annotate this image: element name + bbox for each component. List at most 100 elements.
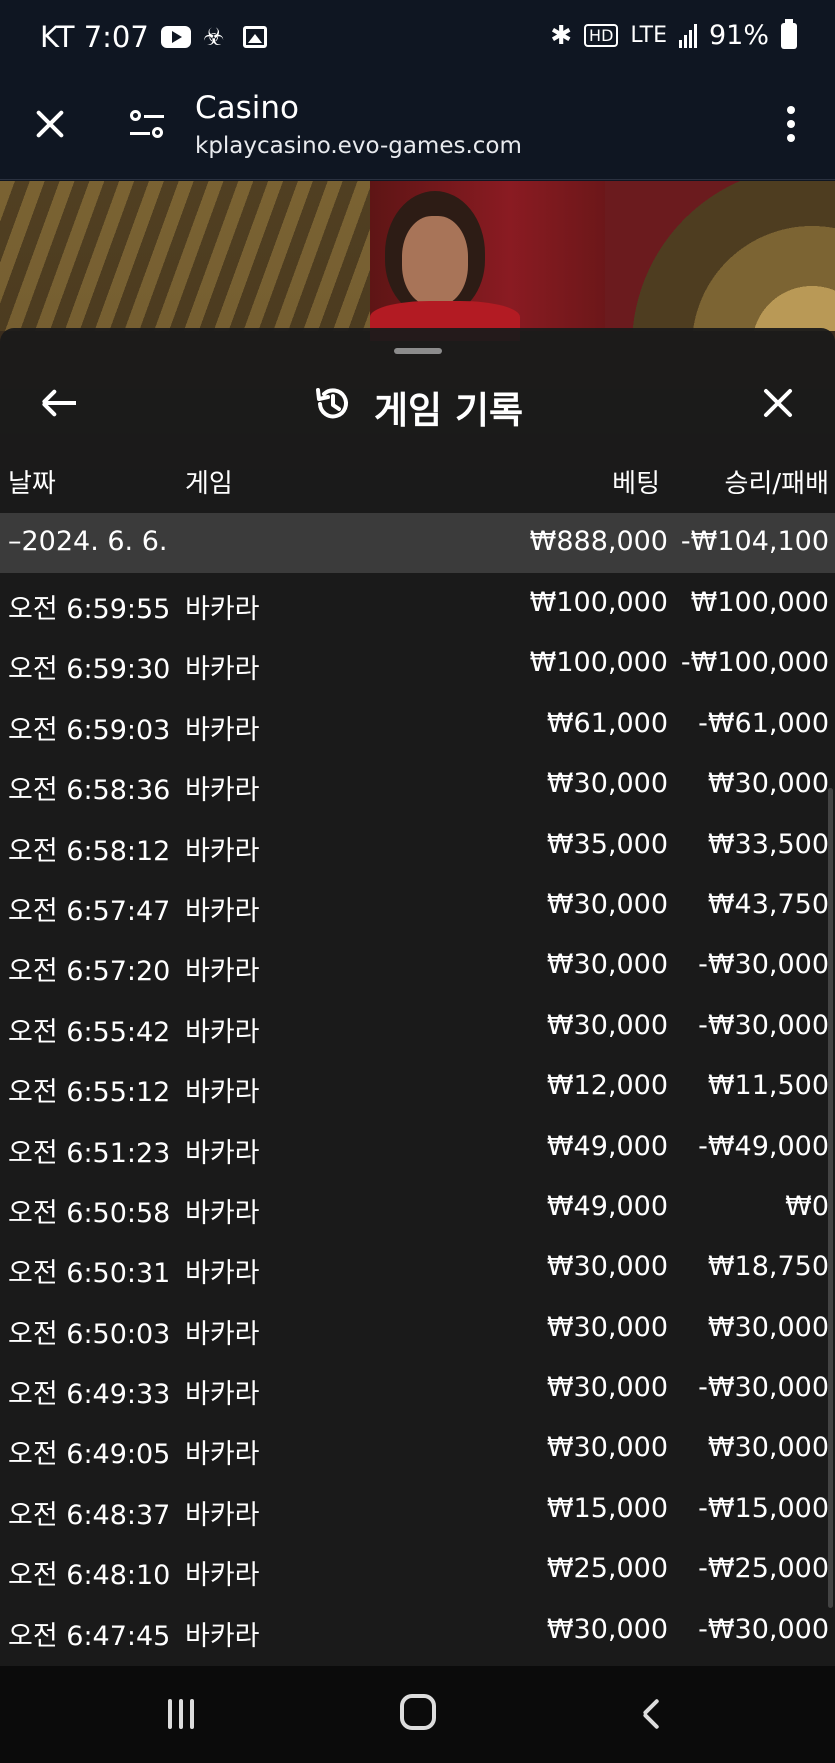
row-time: 오전 6:58:12 xyxy=(8,835,171,867)
row-time: 오전 6:57:20 xyxy=(8,956,171,988)
page-url[interactable]: kplaycasino.evo-games.com xyxy=(195,133,522,159)
close-panel-icon[interactable] xyxy=(759,384,797,422)
home-icon[interactable] xyxy=(400,1694,436,1730)
history-icon xyxy=(316,388,348,419)
row-bet: ₩30,000 xyxy=(546,1251,668,1283)
row-bet: ₩30,000 xyxy=(546,1432,668,1464)
row-game: 바카라 xyxy=(185,956,260,988)
battery-icon xyxy=(781,18,797,49)
row-win-loss: -₩25,000 xyxy=(698,1553,829,1585)
row-win-loss: ₩30,000 xyxy=(707,1432,829,1464)
table-row[interactable]: 오전 6:55:42 바카라 ₩30,000 -₩30,000 xyxy=(0,996,835,1056)
table-row[interactable]: 오전 6:57:47 바카라 ₩30,000 ₩43,750 xyxy=(0,875,835,935)
close-tab-icon[interactable] xyxy=(30,104,70,144)
dealer-face xyxy=(402,216,468,306)
table-row[interactable]: 오전 6:55:12 바카라 ₩12,000 ₩11,500 xyxy=(0,1056,835,1116)
table-row[interactable]: 오전 6:59:55 바카라 ₩100,000 ₩100,000 xyxy=(0,573,835,633)
row-game: 바카라 xyxy=(185,1137,260,1169)
row-time: 오전 6:55:42 xyxy=(8,1016,171,1048)
table-row[interactable]: 오전 6:49:05 바카라 ₩30,000 ₩30,000 xyxy=(0,1418,835,1478)
table-row[interactable]: 오전 6:50:03 바카라 ₩30,000 ₩30,000 xyxy=(0,1298,835,1358)
table-row[interactable]: 오전 6:58:12 바카라 ₩35,000 ₩33,500 xyxy=(0,815,835,875)
row-time: 오전 6:55:12 xyxy=(8,1077,171,1109)
row-game: 바카라 xyxy=(185,1318,260,1350)
summary-date: –2024. 6. 6. xyxy=(8,526,168,557)
page-title: Casino xyxy=(195,90,300,126)
row-game: 바카라 xyxy=(185,1258,260,1290)
row-win-loss: ₩100,000 xyxy=(690,587,829,618)
panel-header: 게임 기록 xyxy=(0,368,835,438)
more-options-icon[interactable] xyxy=(787,106,795,146)
table-row[interactable]: 오전 6:50:58 바카라 ₩49,000 ₩0 xyxy=(0,1177,835,1237)
row-bet: ₩100,000 xyxy=(529,647,668,679)
row-game: 바카라 xyxy=(185,835,260,867)
row-game: 바카라 xyxy=(185,1197,260,1229)
row-bet: ₩49,000 xyxy=(546,1190,668,1222)
row-bet: ₩61,000 xyxy=(546,707,668,739)
row-win-loss: -₩30,000 xyxy=(698,1372,829,1404)
row-game: 바카라 xyxy=(185,1620,260,1652)
row-win-loss: -₩49,000 xyxy=(698,1130,829,1162)
table-row[interactable]: 오전 6:51:23 바카라 ₩49,000 -₩49,000 xyxy=(0,1117,835,1177)
table-row[interactable]: 오전 6:59:30 바카라 ₩100,000 -₩100,000 xyxy=(0,633,835,693)
row-game: 바카라 xyxy=(185,1379,260,1411)
back-icon[interactable] xyxy=(640,1698,662,1730)
row-game: 바카라 xyxy=(185,1016,260,1048)
table-row[interactable]: 오전 6:59:03 바카라 ₩61,000 -₩61,000 xyxy=(0,694,835,754)
network-type: LTE xyxy=(630,23,667,48)
row-bet: ₩12,000 xyxy=(546,1070,668,1102)
table-row[interactable]: 오전 6:49:33 바카라 ₩30,000 -₩30,000 xyxy=(0,1358,835,1418)
game-history-panel: 게임 기록 날짜 게임 베팅 승리/패배 –2024. 6. 6. ₩888,0… xyxy=(0,328,835,1666)
art-deco-decor xyxy=(0,181,380,331)
table-row[interactable]: 오전 6:58:36 바카라 ₩30,000 ₩30,000 xyxy=(0,754,835,814)
scrollbar[interactable] xyxy=(828,788,833,1608)
row-bet: ₩30,000 xyxy=(546,1009,668,1041)
row-time: 오전 6:49:05 xyxy=(8,1439,171,1471)
art-deco-arch xyxy=(605,181,835,331)
drag-handle[interactable] xyxy=(394,348,442,354)
row-time: 오전 6:57:47 xyxy=(8,895,171,927)
column-date: 날짜 xyxy=(8,469,56,499)
row-win-loss: ₩33,500 xyxy=(707,828,829,860)
back-arrow-icon[interactable] xyxy=(40,384,78,422)
row-time: 오전 6:50:58 xyxy=(8,1197,171,1229)
row-time: 오전 6:51:23 xyxy=(8,1137,171,1169)
table-row[interactable]: 오전 6:48:37 바카라 ₩15,000 -₩15,000 xyxy=(0,1479,835,1539)
row-win-loss: -₩15,000 xyxy=(698,1492,829,1524)
table-header: 날짜 게임 베팅 승리/패배 xyxy=(0,463,835,513)
table-row[interactable]: 오전 6:48:10 바카라 ₩25,000 -₩25,000 xyxy=(0,1539,835,1599)
browser-toolbar: Casino kplaycasino.evo-games.com xyxy=(0,78,835,180)
table-row[interactable]: 오전 6:50:31 바카라 ₩30,000 ₩18,750 xyxy=(0,1237,835,1297)
row-bet: ₩35,000 xyxy=(546,828,668,860)
column-bet: 베팅 xyxy=(612,469,660,499)
summary-bet: ₩888,000 xyxy=(529,526,668,557)
row-game: 바카라 xyxy=(185,1499,260,1531)
row-time: 오전 6:58:36 xyxy=(8,775,171,807)
history-rows: 오전 6:59:55 바카라 ₩100,000 ₩100,000 오전 6:59:30… xyxy=(0,573,835,1660)
row-bet: ₩30,000 xyxy=(546,1311,668,1343)
system-nav-bar xyxy=(0,1666,835,1763)
hd-icon: HD xyxy=(584,24,619,47)
row-win-loss: -₩30,000 xyxy=(698,1009,829,1041)
row-bet: ₩30,000 xyxy=(546,949,668,981)
row-win-loss: -₩61,000 xyxy=(698,707,829,739)
table-row[interactable]: 오전 6:57:20 바카라 ₩30,000 -₩30,000 xyxy=(0,935,835,995)
site-settings-icon[interactable] xyxy=(130,108,164,142)
youtube-icon xyxy=(160,26,191,48)
recents-icon[interactable] xyxy=(168,1699,200,1729)
row-time: 오전 6:59:03 xyxy=(8,714,171,746)
row-bet: ₩25,000 xyxy=(546,1553,668,1585)
row-game: 바카라 xyxy=(185,714,260,746)
row-win-loss: ₩30,000 xyxy=(707,1311,829,1343)
row-time: 오전 6:48:10 xyxy=(8,1560,171,1592)
date-summary-row[interactable]: –2024. 6. 6. ₩888,000 -₩104,100 xyxy=(0,513,835,573)
row-bet: ₩30,000 xyxy=(546,888,668,920)
row-win-loss: -₩100,000 xyxy=(680,647,829,679)
image-icon xyxy=(242,26,267,48)
row-bet: ₩30,000 xyxy=(546,768,668,800)
status-left: KT 7:07 ☣ xyxy=(40,20,267,54)
panel-title: 게임 기록 xyxy=(374,389,524,432)
row-time: 오전 6:50:03 xyxy=(8,1318,171,1350)
summary-win-loss: -₩104,100 xyxy=(680,526,829,557)
table-row[interactable]: 오전 6:47:45 바카라 ₩30,000 -₩30,000 xyxy=(0,1600,835,1660)
